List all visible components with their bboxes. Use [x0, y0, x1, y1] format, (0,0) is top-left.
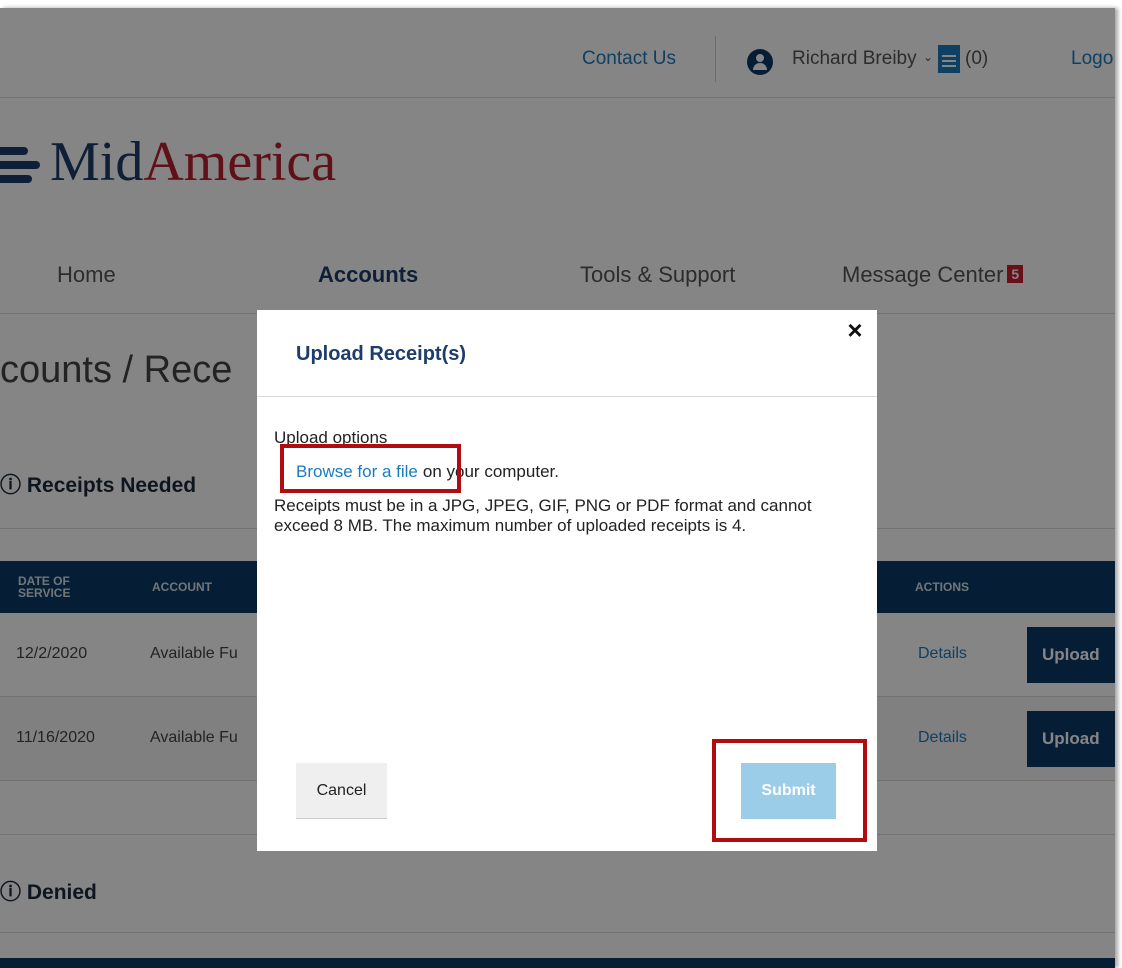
receipt-requirements-text: Receipts must be in a JPG, JPEG, GIF, PN… — [274, 496, 812, 535]
browse-file-link[interactable]: Browse for a file — [296, 462, 418, 481]
dialog-divider — [257, 396, 877, 397]
upload-options-label: Upload options — [274, 428, 388, 447]
submit-button[interactable]: Submit — [741, 763, 836, 819]
cancel-button[interactable]: Cancel — [296, 763, 387, 819]
browse-line: Browse for a file on your computer. — [296, 462, 559, 482]
dialog-title: Upload Receipt(s) — [296, 343, 467, 365]
close-icon[interactable]: × — [843, 317, 867, 343]
upload-receipt-dialog: Upload Receipt(s) × Upload options Brows… — [257, 310, 877, 851]
browse-suffix-text: on your computer. — [422, 462, 559, 481]
browser-page: Contact Us Richard Breiby ⌄ (0) Logo Mid… — [0, 8, 1115, 968]
